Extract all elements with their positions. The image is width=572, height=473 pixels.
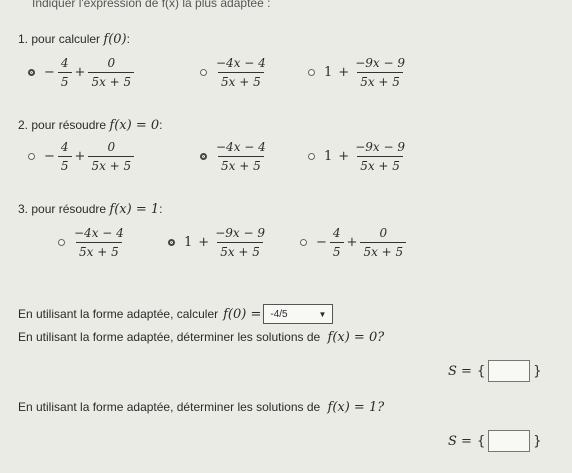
question-2: 2. pour résoudre f(x) = 0:	[18, 118, 162, 133]
fraction-0-over-5x5: 0 5x + 5	[360, 226, 407, 259]
q1-radio-1[interactable]	[28, 69, 35, 76]
expr-plus: +	[338, 65, 350, 80]
question-1-fx: f(0)	[103, 32, 127, 47]
q3-option-1[interactable]: −4x − 4 5x + 5	[58, 226, 127, 259]
q3-radio-1[interactable]	[58, 239, 65, 246]
set-label: S =	[448, 363, 472, 379]
expr-plus: +	[74, 149, 86, 164]
q3-option-3[interactable]: − 45 + 0 5x + 5	[300, 226, 407, 259]
set-label: S =	[448, 433, 472, 449]
chevron-down-icon: ▼	[318, 309, 327, 319]
question-3-eq: f(x) = 1	[109, 202, 160, 217]
dropdown-value: -4/5	[270, 308, 288, 320]
compute-row: En utilisant la forme adaptée, calculer …	[18, 304, 334, 324]
q1-radio-3[interactable]	[308, 69, 315, 76]
q2-option-3[interactable]: 1 + −9x − 9 5x + 5	[308, 140, 408, 173]
expr-minus: −	[316, 235, 327, 250]
q3-radio-2[interactable]	[168, 239, 175, 246]
q3-option-2[interactable]: 1 + −9x − 9 5x + 5	[168, 226, 268, 259]
expr-one: 1	[324, 65, 333, 80]
question-3-suffix: :	[159, 202, 163, 216]
q3-radio-3[interactable]	[300, 239, 307, 246]
expr-plus: +	[74, 65, 86, 80]
solution-set-input[interactable]	[488, 430, 531, 452]
expr-minus: −	[44, 65, 55, 80]
close-brace: }	[533, 433, 542, 449]
q1-option-2[interactable]: −4x − 4 5x + 5	[200, 56, 269, 89]
solve-one-eq: f(x) = 1?	[327, 400, 385, 415]
fraction-0-over-5x5: 0 5x + 5	[88, 140, 135, 173]
solve-zero-prompt: En utilisant la forme adaptée, détermine…	[18, 330, 384, 345]
fraction-b: −4x − 4 5x + 5	[74, 226, 124, 259]
solution-set-input[interactable]	[488, 360, 531, 382]
question-1-suffix: :	[126, 32, 130, 46]
question-3-label: 3. pour résoudre	[18, 202, 107, 216]
solve-zero-eq: f(x) = 0?	[327, 330, 385, 345]
question-2-eq: f(x) = 0	[109, 118, 160, 133]
expr-plus: +	[346, 235, 358, 250]
fraction-b: −4x − 4 5x + 5	[216, 56, 266, 89]
instruction-header: Indiquer l'expression de f(x) la plus ad…	[32, 0, 271, 10]
q1-option-1[interactable]: − 45 + 0 5x + 5	[28, 56, 135, 89]
q2-option-1[interactable]: − 45 + 0 5x + 5	[28, 140, 135, 173]
fraction-c: −9x − 9 5x + 5	[355, 140, 405, 173]
expr-one: 1	[184, 235, 193, 250]
q2-radio-2[interactable]	[200, 153, 207, 160]
expr-plus: +	[198, 235, 210, 250]
solve-zero-text: En utilisant la forme adaptée, détermine…	[18, 330, 321, 344]
expr-minus: −	[44, 149, 55, 164]
fraction-b: −4x − 4 5x + 5	[216, 140, 266, 173]
solve-zero-answer: S = { }	[448, 360, 542, 382]
question-2-label: 2. pour résoudre	[18, 118, 107, 132]
open-brace: {	[476, 363, 486, 379]
open-brace: {	[476, 433, 486, 449]
fraction-c: −9x − 9 5x + 5	[355, 56, 405, 89]
fraction-4-over-5: 45	[57, 140, 72, 173]
expr-one: 1	[324, 149, 333, 164]
question-2-suffix: :	[159, 118, 163, 132]
q1-option-3[interactable]: 1 + −9x − 9 5x + 5	[308, 56, 408, 89]
answer-dropdown[interactable]: -4/5 ▼	[263, 304, 334, 324]
fraction-c: −9x − 9 5x + 5	[215, 226, 265, 259]
solve-one-answer: S = { }	[448, 430, 542, 452]
question-1-label: 1. pour calculer	[18, 32, 101, 46]
expr-plus: +	[338, 149, 350, 164]
q2-radio-3[interactable]	[308, 153, 315, 160]
fraction-4-over-5: 45	[57, 56, 72, 89]
q2-option-2[interactable]: −4x − 4 5x + 5	[200, 140, 269, 173]
solve-one-prompt: En utilisant la forme adaptée, détermine…	[18, 400, 384, 415]
close-brace: }	[533, 363, 542, 379]
q2-radio-1[interactable]	[28, 153, 35, 160]
compute-text: En utilisant la forme adaptée, calculer	[18, 307, 219, 321]
fraction-0-over-5x5: 0 5x + 5	[88, 56, 135, 89]
question-1: 1. pour calculer f(0):	[18, 32, 130, 47]
solve-one-text: En utilisant la forme adaptée, détermine…	[18, 400, 321, 414]
fraction-4-over-5: 45	[329, 226, 344, 259]
compute-fx: f(0) =	[223, 306, 262, 322]
question-3: 3. pour résoudre f(x) = 1:	[18, 202, 162, 217]
q1-radio-2[interactable]	[200, 69, 207, 76]
